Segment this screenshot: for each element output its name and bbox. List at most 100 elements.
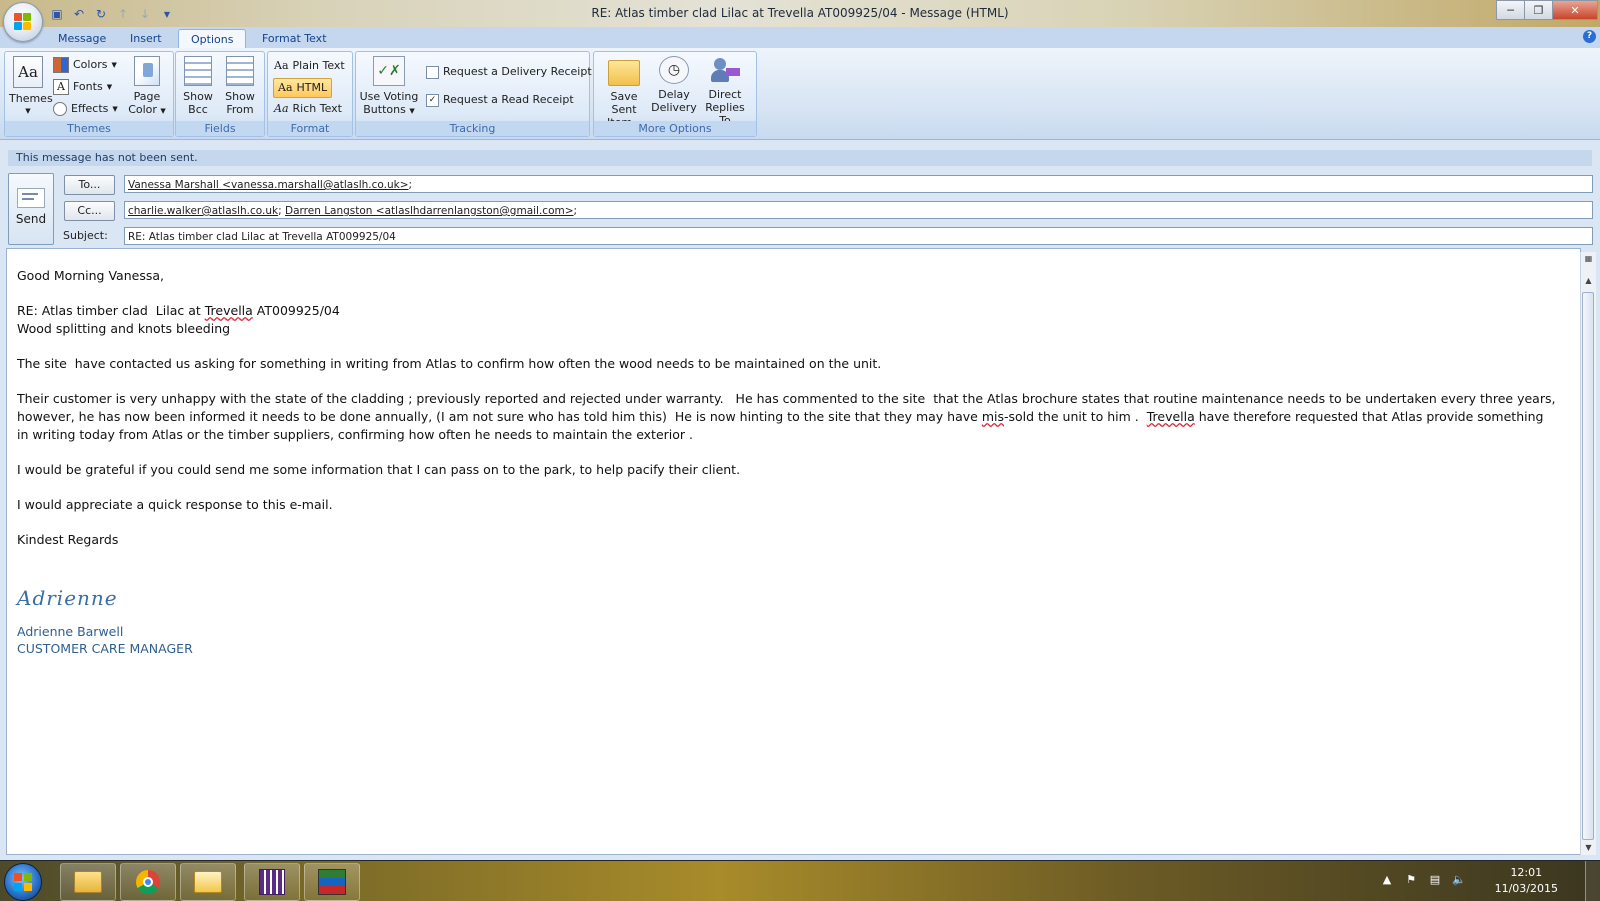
to-button[interactable]: To... [64, 175, 115, 195]
scroll-up-icon[interactable]: ▲ [1581, 274, 1596, 288]
read-receipt-checkbox[interactable]: ✓ Request a Read Receipt [426, 91, 574, 109]
delay-label-2: Delivery [651, 101, 697, 114]
tab-options[interactable]: Options [178, 29, 247, 49]
delay-delivery-button[interactable]: ◷ Delay Delivery [650, 56, 698, 114]
show-bcc-button[interactable]: Show Bcc [178, 56, 218, 116]
cc-recipient[interactable]: Darren Langston <atlaslhdarrenlangston@g… [285, 205, 574, 217]
restore-button[interactable]: ❐ [1524, 0, 1553, 20]
show-from-button[interactable]: Show From [220, 56, 260, 116]
show-desktop-button[interactable] [1585, 861, 1600, 901]
direct-label: Direct [708, 88, 742, 101]
close-button[interactable]: ✕ [1552, 0, 1598, 20]
paragraph-2: Their customer is very unhappy with the … [17, 390, 1557, 444]
re-block: RE: Atlas timber clad Lilac at Trevella … [17, 302, 1557, 338]
chevron-down-icon: ▼ [106, 83, 113, 91]
page-color-icon [134, 56, 160, 86]
spelling-flag[interactable]: mis [982, 409, 1004, 424]
tab-insert[interactable]: Insert [118, 29, 174, 48]
themes-button[interactable]: Aa Themes ▼ [9, 56, 53, 118]
chrome-icon[interactable] [120, 863, 176, 901]
show-bcc-icon [184, 56, 212, 86]
to-field[interactable]: Vanessa Marshall <vanessa.marshall@atlas… [124, 175, 1593, 193]
start-button[interactable] [4, 863, 42, 901]
system-clock[interactable]: 12:01 11/03/2015 [1495, 865, 1558, 897]
colors-label: Colors [73, 58, 108, 71]
minimize-button[interactable]: ─ [1496, 0, 1525, 20]
window-controls: ─ ❐ ✕ [1496, 0, 1598, 20]
signature-title: CUSTOMER CARE MANAGER [17, 641, 193, 656]
subject-label: Subject: [63, 229, 108, 242]
group-format: Aa Plain Text Aa HTML Aa Rich Text Forma… [267, 51, 353, 137]
delivery-receipt-checkbox[interactable]: Request a Delivery Receipt [426, 63, 592, 81]
cc-separator: ; [573, 205, 578, 217]
colors-icon [53, 57, 69, 73]
vertical-scrollbar[interactable]: ▦ ▲ ▼ [1580, 252, 1596, 855]
group-label-format: Format [268, 121, 352, 136]
plain-text-button[interactable]: Aa Plain Text [274, 57, 345, 75]
calendar-app-icon[interactable] [244, 863, 300, 901]
group-themes: Aa Themes ▼ Colors ▼ A Fonts ▼ Effects ▼… [4, 51, 174, 137]
chevron-down-icon: ▼ [409, 107, 415, 115]
signature-name: Adrienne Barwell [17, 624, 124, 639]
outlook-icon[interactable] [180, 863, 236, 901]
to-separator: ; [408, 179, 413, 191]
signature-script: Adrienne [17, 586, 118, 610]
rich-text-icon: Aa [274, 102, 289, 115]
save-sent-item-button[interactable]: Save Sent Item ▼ [598, 56, 650, 131]
ribbon-tabs: Message Insert Options Format Text [0, 27, 1600, 49]
delivery-receipt-label: Request a Delivery Receipt [443, 65, 592, 78]
cc-field[interactable]: charlie.walker@atlaslh.co.uk; Darren Lan… [124, 201, 1593, 219]
tab-format-text[interactable]: Format Text [250, 29, 339, 48]
chevron-down-icon: ▼ [112, 105, 118, 113]
cc-separator: ; [278, 205, 285, 217]
volume-icon[interactable]: 🔈 [1452, 873, 1466, 887]
office-button[interactable] [3, 2, 43, 42]
paragraph-1: The site have contacted us asking for so… [17, 356, 882, 371]
show-bcc-label: Show [183, 90, 213, 103]
paragraph-2-part-b: -sold the unit to him . [1004, 409, 1147, 424]
scroll-thumb[interactable] [1582, 292, 1594, 840]
voting-label: Use Voting [359, 90, 419, 103]
network-icon[interactable]: ▤ [1428, 873, 1442, 887]
page-color-label: Page [133, 90, 161, 103]
rich-text-button[interactable]: Aa Rich Text [274, 100, 342, 118]
scroll-down-icon[interactable]: ▼ [1581, 841, 1596, 855]
send-button[interactable]: Send [8, 173, 54, 245]
closing: Kindest Regards [17, 532, 119, 547]
spelling-flag[interactable]: Trevella [205, 303, 253, 318]
spelling-flag[interactable]: Trevella [1147, 409, 1195, 424]
tab-message[interactable]: Message [46, 29, 118, 48]
help-icon[interactable]: ? [1583, 30, 1596, 43]
effects-button[interactable]: Effects ▼ [53, 100, 118, 118]
cc-button[interactable]: Cc... [64, 201, 115, 221]
subject-field[interactable]: RE: Atlas timber clad Lilac at Trevella … [124, 227, 1593, 245]
effects-icon [53, 102, 67, 116]
plain-text-icon: Aa [274, 59, 289, 72]
group-label-themes: Themes [5, 121, 173, 136]
page-color-button[interactable]: Page Color ▼ [125, 56, 169, 118]
action-center-flag-icon[interactable]: ⚑ [1404, 873, 1418, 887]
themes-icon: Aa [13, 56, 43, 88]
group-more-options: Save Sent Item ▼ ◷ Delay Delivery Direct… [593, 51, 757, 137]
show-hidden-icons-icon[interactable]: ▲ [1380, 873, 1394, 887]
message-body-text[interactable]: Good Morning Vanessa, RE: Atlas timber c… [17, 267, 1557, 657]
cc-recipient[interactable]: charlie.walker@atlaslh.co.uk [128, 205, 278, 217]
colors-button[interactable]: Colors ▼ [53, 56, 117, 74]
direct-replies-to-button[interactable]: Direct Replies To [698, 56, 752, 127]
paragraph-4: I would appreciate a quick response to t… [17, 497, 333, 512]
fonts-button[interactable]: A Fonts ▼ [53, 78, 112, 96]
page-color-label-2: Color [128, 103, 157, 116]
file-explorer-icon[interactable] [60, 863, 116, 901]
show-from-label: Show [225, 90, 255, 103]
html-button[interactable]: Aa HTML [273, 78, 333, 98]
ruler-toggle-icon[interactable]: ▦ [1581, 252, 1596, 266]
read-receipt-check[interactable]: ✓ [426, 93, 439, 107]
message-body[interactable]: Good Morning Vanessa, RE: Atlas timber c… [6, 248, 1581, 855]
to-recipient[interactable]: Vanessa Marshall <vanessa.marshall@atlas… [128, 179, 409, 191]
fonts-icon: A [53, 79, 69, 95]
office-logo-icon [14, 13, 32, 31]
use-voting-buttons-button[interactable]: ✓✗ Use Voting Buttons ▼ [358, 56, 420, 118]
sage-icon[interactable] [304, 863, 360, 901]
fonts-label: Fonts [73, 80, 103, 93]
delivery-receipt-check[interactable] [426, 65, 439, 79]
